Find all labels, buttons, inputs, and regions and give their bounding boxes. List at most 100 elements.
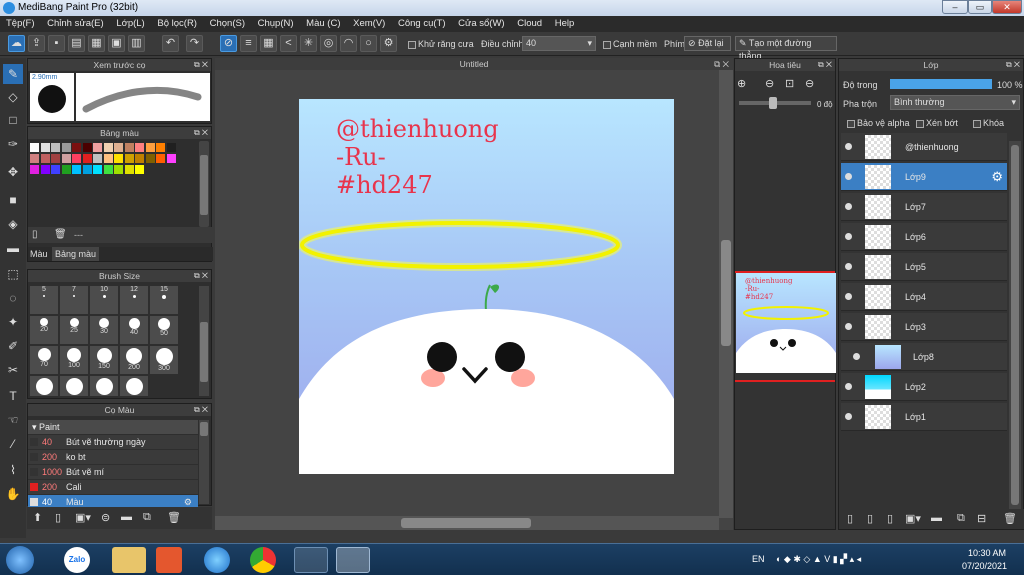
canvas-tab[interactable]: Untitled ⧉ ✕ <box>215 58 733 70</box>
color-swatch[interactable] <box>103 143 113 152</box>
menu-snap[interactable]: Chụp(N) <box>258 18 294 29</box>
color-swatch[interactable] <box>61 154 71 163</box>
brush-size-cell[interactable]: 200 <box>120 346 148 374</box>
clipping-checkbox[interactable]: Xén bớt <box>916 118 958 128</box>
blend-mode-select[interactable]: Bình thường ▾ <box>890 95 1020 110</box>
layer-row[interactable]: Lớp3 <box>841 313 1007 341</box>
color-swatch[interactable] <box>166 154 176 163</box>
eye-icon[interactable] <box>845 383 852 390</box>
reset-button[interactable]: ⊘ Đặt lại <box>684 36 731 51</box>
antialias-checkbox[interactable]: Khử răng cưa <box>408 39 474 49</box>
menu-color[interactable]: Màu (C) <box>306 18 340 29</box>
bucket-tool-icon[interactable]: ◈ <box>3 214 23 234</box>
zalo-icon[interactable]: Zalo <box>64 547 90 573</box>
artwork[interactable]: @thienhuong -Ru- #hd247 <box>299 99 674 474</box>
add-brush-icon[interactable]: ⬆ <box>33 511 42 524</box>
gear-icon[interactable]: ⚙ <box>991 169 1003 185</box>
layer-row[interactable]: Lớp1 <box>841 403 1007 431</box>
new-layer-icon[interactable]: ▯ <box>847 512 853 525</box>
color-swatch[interactable] <box>93 154 102 163</box>
brush-group-header[interactable]: ▾ Paint <box>28 420 198 434</box>
folder-icon[interactable]: ▬ <box>931 512 942 524</box>
comment-icon[interactable]: ▪ <box>48 35 65 52</box>
page-icon[interactable]: ▦ <box>88 35 105 52</box>
eye-icon[interactable] <box>845 323 852 330</box>
zoom-out-icon[interactable]: ⊖ <box>765 77 774 90</box>
menu-file[interactable]: Tệp(F) <box>6 18 35 29</box>
canvas-vscroll[interactable] <box>719 70 733 518</box>
color-swatch[interactable] <box>30 154 39 163</box>
panel-close-icon[interactable]: ⧉ ✕ <box>194 59 208 71</box>
swatch-grid[interactable] <box>28 141 203 181</box>
brush-row[interactable]: 1000 Bút vẽ mí <box>28 465 198 479</box>
panel-close-icon[interactable]: ⧉ ✕ <box>1006 59 1020 71</box>
color-swatch[interactable] <box>61 143 71 152</box>
eyedropper-tool-icon[interactable]: ⌇ <box>3 460 23 480</box>
color-swatch[interactable] <box>166 143 176 152</box>
color-swatch[interactable] <box>156 154 165 163</box>
brush-size-cell[interactable]: 40 <box>120 316 148 344</box>
color-swatch[interactable] <box>103 165 113 174</box>
brush-row[interactable]: 40 Bút vẽ thường ngày <box>28 435 198 449</box>
panel-close-icon[interactable]: ⧉ ✕ <box>194 127 208 139</box>
color-swatch[interactable] <box>145 143 155 152</box>
brush-size-cell[interactable]: 100 <box>60 346 88 374</box>
protect-alpha-checkbox[interactable]: Bảo vệ alpha <box>847 118 910 128</box>
brush-size-cell[interactable]: 70 <box>30 346 58 374</box>
color-swatch[interactable] <box>156 143 165 152</box>
hand-tool-icon[interactable]: ✋ <box>3 484 23 504</box>
media-player-icon[interactable] <box>156 547 182 573</box>
file-explorer-icon[interactable] <box>112 547 146 573</box>
panel-close-icon[interactable]: ⧉ ✕ <box>194 270 208 282</box>
magic-wand-tool-icon[interactable]: ✦ <box>3 312 23 332</box>
rotate-slider-handle[interactable] <box>769 97 777 109</box>
brush-size-cell[interactable]: 25 <box>60 316 88 344</box>
brush-list-scrollbar[interactable] <box>199 420 209 504</box>
zoom-in-icon[interactable]: ⊕ <box>737 77 746 90</box>
navigator-thumbnail[interactable]: @thienhuong -Ru- #hd247 <box>736 273 836 373</box>
eye-icon[interactable] <box>845 293 852 300</box>
color-swatch[interactable] <box>103 154 113 163</box>
menu-cloud[interactable]: Cloud <box>517 18 542 29</box>
brush-size-cell[interactable]: 300 <box>150 346 178 374</box>
dot-tool-icon[interactable]: □ <box>3 110 23 130</box>
new-halftone-layer-icon[interactable]: ▯ <box>867 512 873 525</box>
snap-settings-icon[interactable]: ⚙ <box>380 35 397 52</box>
brush-size-scrollbar[interactable] <box>199 286 209 396</box>
new-brush-icon[interactable]: ▯ <box>55 511 61 524</box>
layer-menu-icon[interactable]: ▣▾ <box>905 512 921 525</box>
minimize-button[interactable]: – <box>942 0 968 14</box>
snap-off-icon[interactable]: ⊘ <box>220 35 237 52</box>
tray-icons[interactable]: ◐ ◆ ✱ ◇ ▲ V ▮ ▞ ▴ ◂ <box>776 554 861 565</box>
chrome-icon[interactable] <box>250 547 276 573</box>
internet-explorer-icon[interactable] <box>204 547 230 573</box>
close-button[interactable]: ✕ <box>992 0 1022 14</box>
brush-row[interactable]: 200 ko bt <box>28 450 198 464</box>
eye-icon[interactable] <box>845 263 852 270</box>
menu-select[interactable]: Chọn(S) <box>210 18 245 29</box>
active-app-icon[interactable] <box>336 547 370 573</box>
eye-icon[interactable] <box>845 143 852 150</box>
layer-row[interactable]: Lớp2 <box>841 373 1007 401</box>
layer-row[interactable]: Lớp5 <box>841 253 1007 281</box>
brush-size-cell[interactable] <box>120 376 148 396</box>
eraser-tool-icon[interactable]: ◇ <box>3 87 23 107</box>
brush-size-cell[interactable] <box>30 376 58 396</box>
merge-layer-icon[interactable]: ⊟ <box>977 512 986 525</box>
color-swatch[interactable] <box>124 154 134 163</box>
brush-size-cell[interactable]: 150 <box>90 346 118 374</box>
new-8bit-layer-icon[interactable]: ▯ <box>887 512 893 525</box>
soft-edge-checkbox[interactable]: Cạnh mềm <box>603 39 657 49</box>
color-swatch[interactable] <box>114 165 123 174</box>
color-swatch[interactable] <box>82 154 92 163</box>
brush-settings-icon[interactable]: ⊜ <box>101 511 110 524</box>
adjust-combo[interactable]: 40 ▾ <box>522 36 596 51</box>
color-swatch[interactable] <box>30 143 39 152</box>
fill-shape-tool-icon[interactable]: ■ <box>3 190 23 210</box>
color-swatch[interactable] <box>51 143 60 152</box>
brush-size-cell[interactable]: 10 <box>90 286 118 314</box>
medibang-taskbar-icon[interactable] <box>294 547 328 573</box>
color-swatch[interactable] <box>145 154 155 163</box>
trash-icon[interactable]: 🗑 <box>1003 512 1017 525</box>
panel-close-icon[interactable]: ⧉ ✕ <box>194 404 208 416</box>
